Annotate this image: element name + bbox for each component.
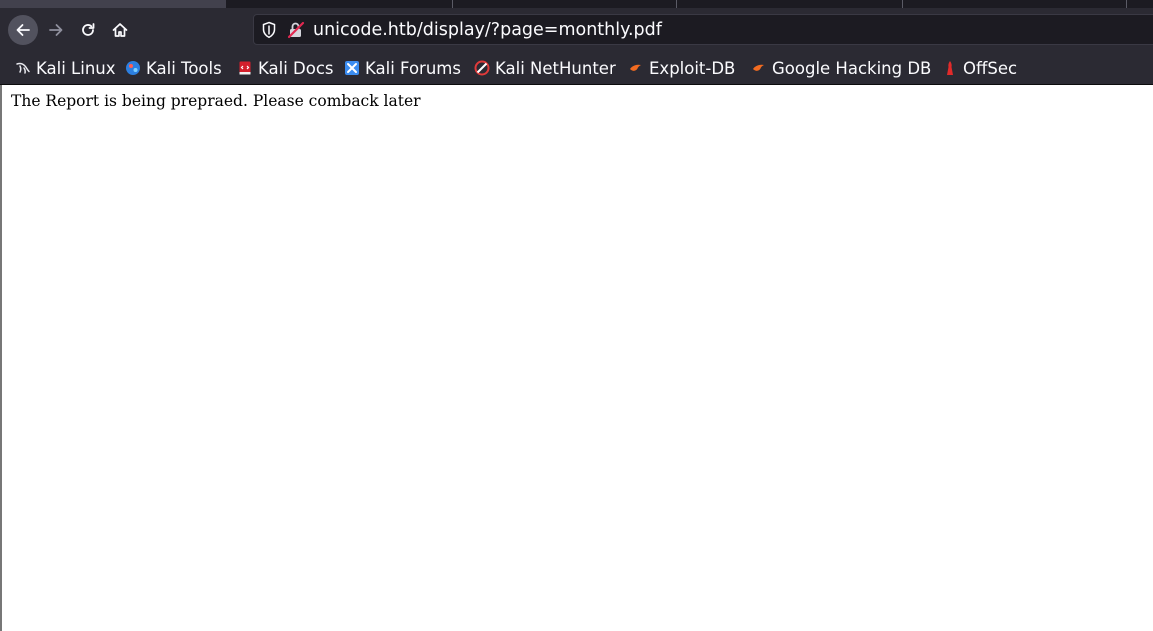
kali-docs-icon — [239, 61, 251, 75]
kali-forums-icon — [345, 61, 359, 75]
bookmark-google-hacking-db[interactable]: Google Hacking DB — [751, 56, 931, 80]
bookmark-label: Kali Forums — [365, 58, 461, 78]
bookmark-kali-nethunter[interactable]: Kali NetHunter — [474, 56, 616, 80]
tab-separator — [902, 0, 903, 8]
bookmark-label: Kali Linux — [36, 58, 116, 78]
tab-separator — [452, 0, 453, 8]
tab-separator — [676, 0, 677, 8]
page-content: The Report is being prepraed. Please com… — [0, 85, 1153, 631]
bookmark-label: Kali NetHunter — [495, 58, 616, 78]
bookmark-label: Kali Docs — [258, 58, 334, 78]
reload-button[interactable] — [73, 15, 103, 45]
reload-icon — [82, 23, 95, 36]
bookmark-offsec[interactable]: OffSec — [942, 56, 1017, 80]
navigation-toolbar: unicode.htb/display/?page=monthly.pdf — [0, 8, 1153, 51]
bookmark-label: Google Hacking DB — [772, 58, 932, 78]
home-icon — [112, 23, 128, 37]
exploit-db-icon — [630, 64, 641, 71]
address-bar[interactable]: unicode.htb/display/?page=monthly.pdf — [253, 14, 1153, 45]
bookmark-kali-docs[interactable]: Kali Docs — [237, 56, 334, 80]
bookmark-kali-forums[interactable]: Kali Forums — [344, 56, 461, 80]
bookmark-label: Exploit-DB — [649, 58, 736, 78]
insecure-lock-icon[interactable] — [287, 21, 305, 39]
forward-button[interactable] — [41, 15, 71, 45]
bookmark-label: OffSec — [963, 58, 1018, 78]
bookmarks-toolbar: Kali Linux Kali Tools Kali Docs Kali For… — [0, 51, 1153, 85]
back-button[interactable] — [8, 15, 38, 45]
bookmark-exploit-db[interactable]: Exploit-DB — [628, 56, 735, 80]
ghdb-icon — [753, 64, 764, 71]
home-button[interactable] — [105, 15, 135, 45]
active-tab[interactable] — [0, 0, 226, 8]
back-arrow-icon — [16, 24, 30, 36]
tracking-protection-shield-icon[interactable] — [261, 21, 277, 39]
report-status-message: The Report is being prepraed. Please com… — [11, 92, 421, 110]
tab-strip — [0, 0, 1153, 8]
bookmark-kali-tools[interactable]: Kali Tools — [125, 56, 222, 80]
kali-dragon-icon — [16, 62, 30, 74]
bookmark-kali-linux[interactable]: Kali Linux — [15, 56, 116, 80]
tab-separator — [1126, 0, 1127, 8]
offsec-icon — [947, 61, 953, 75]
forward-arrow-icon — [49, 24, 63, 36]
kali-nethunter-icon — [474, 60, 490, 76]
url-text[interactable]: unicode.htb/display/?page=monthly.pdf — [313, 18, 662, 42]
bookmark-label: Kali Tools — [146, 58, 222, 78]
kali-tools-icon — [126, 61, 140, 75]
